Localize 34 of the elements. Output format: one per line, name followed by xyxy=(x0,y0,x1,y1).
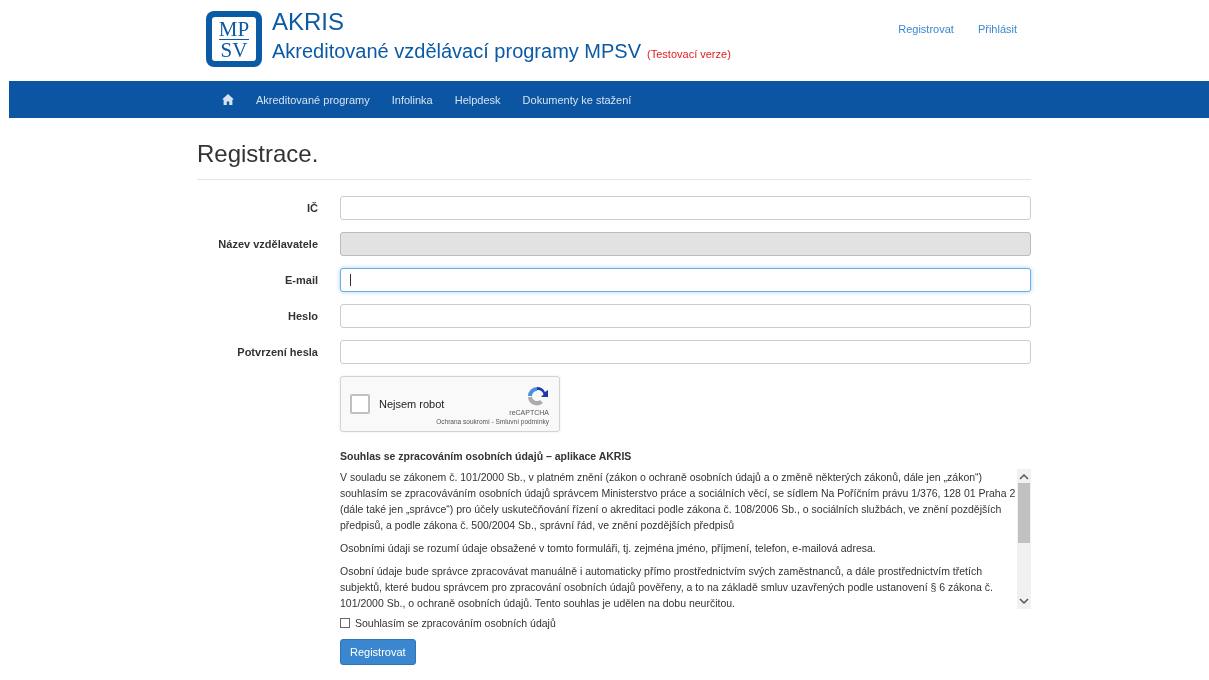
header-link[interactable]: Přihlásit xyxy=(977,23,1017,81)
nav-link[interactable]: Helpdesk xyxy=(443,93,512,106)
consent-paragraph: V souladu se zákonem č. 101/2000 Sb., v platném znění (zákon o ochraně osobních údajů a o změně některých zákonů, dále jen „zákon“) souhlasím se zpracováváním osobních údajů správcem Ministerstvo práce a sociálních věcí, se sídlem Na Poříčním právu 1/376, 128 01 Praha 2 (dále také jen „správce“) pro účely uskutečňování řízení o akreditaci podle zákona č. 108/2006 Sb., o sociálních službách, ve znění pozdějších předpisů, a podle zákona č. 500/2004 Sb., správní řád, ve znění pozdějších předpisů xyxy=(340,470,1016,533)
register-button[interactable]: Registrovat xyxy=(340,639,416,665)
field-label: IČ xyxy=(306,202,318,214)
field-label: Potvrzení hesla xyxy=(236,346,318,358)
nav-link[interactable]: Dokumenty ke stažení xyxy=(511,93,643,106)
captcha-label: Nejsem robot xyxy=(379,398,445,410)
logo-icon: MP SV xyxy=(206,11,262,67)
consent-checkbox[interactable] xyxy=(340,618,350,628)
consent-checkbox-label: Souhlasím se zpracováním osobních údajů xyxy=(355,617,556,629)
consent-title: Souhlas se zpracováním osobních údajů – aplikace AKRIS xyxy=(340,450,633,462)
scrollbar[interactable] xyxy=(1017,469,1031,609)
input-field[interactable] xyxy=(340,340,1031,364)
page-title: Registrace. xyxy=(197,140,1031,180)
home-icon[interactable] xyxy=(222,94,234,105)
site-subtitle: Akreditované vzdělávací programy MPSV xyxy=(272,40,642,62)
captcha-logo-icon xyxy=(525,385,549,407)
nav-link[interactable]: Infolinka xyxy=(380,93,444,106)
input-field[interactable] xyxy=(340,268,1031,292)
field-label: E-mail xyxy=(284,274,318,286)
scroll-up-icon[interactable] xyxy=(1019,473,1029,481)
input-field[interactable] xyxy=(340,304,1031,328)
captcha-checkbox[interactable] xyxy=(350,394,370,414)
field-label: Název vzdělavatele xyxy=(217,238,318,250)
consent-paragraph: Osobními údaji se rozumí údaje obsažené v tomto formuláři, tj. zejména jméno, příjmení, telefon, e-mailová adresa. xyxy=(340,541,877,556)
test-version-label: (Testovací verze) xyxy=(647,48,731,60)
consent-paragraph: Osobní údaje bude správce zpracovávat manuálně i automaticky přímo prostřednictvím svých zaměstnanců, a dále prostřednictvím třetích subjektů, které budou správcem pro zpracování osobních údajů pověřeny, a to na základě smluv uzavřených podle ustanovení § 6 zákona č. 101/2000 Sb., o ochraně osobních údajů. Tento souhlas je udělen na dobu neurčitou. xyxy=(340,564,994,609)
nav-link[interactable]: Akreditované programy xyxy=(245,93,381,106)
field-label: Heslo xyxy=(287,310,318,322)
header-link[interactable]: Registrovat xyxy=(898,23,954,81)
scroll-down-icon[interactable] xyxy=(1019,597,1029,605)
site-title: AKRIS xyxy=(272,8,346,36)
input-field[interactable] xyxy=(340,196,1031,220)
